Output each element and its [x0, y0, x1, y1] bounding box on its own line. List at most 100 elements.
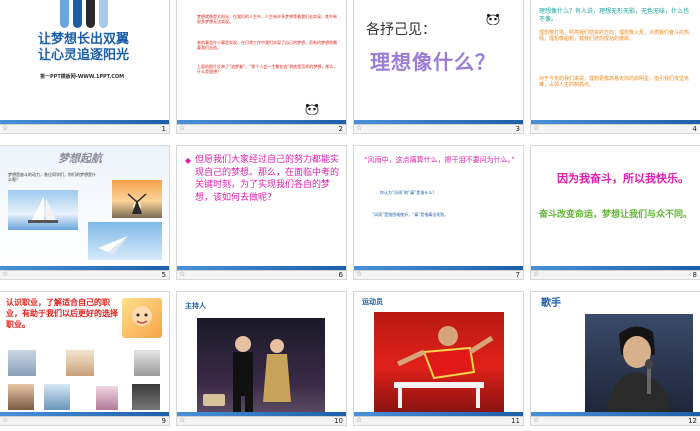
star-icon[interactable]: ☆ [356, 270, 362, 279]
slide-sorter-grid: 让梦想长出双翼 让心灵追逐阳光 第一PPT模板网-WWW.1PPT.COM ☆ … [0, 0, 700, 431]
slide-number: 5 [161, 271, 166, 279]
slide-canvas: 认识职业，了解适合自己的职业，有助于我们以后更好的选择职业。 [0, 292, 169, 416]
slide-number: 4 [692, 125, 697, 133]
slide-thumbnail-3[interactable]: 各抒己见： 理想像什么？ ☆ 3 [354, 0, 523, 133]
star-icon[interactable]: ☆ [2, 416, 8, 425]
star-icon[interactable]: ☆ [2, 270, 8, 279]
slide-thumbnail-8[interactable]: 因为我奋斗，所以我快乐。 奋斗改变命运，梦想让我们与众不同。 ☆ 8 [531, 146, 700, 279]
slide-paragraph-2: 有的事会在小事里实现，在日常工作中我们实现了自己的梦想，而有的梦想则需要我们去追… [197, 40, 337, 50]
slide-label: 歌手 [541, 298, 561, 309]
slide-canvas: 梦想就像是太阳光，在我们的人生中，人生有许多梦想等着我们去实现，其中有很多梦想无… [177, 0, 346, 124]
slide-number: 12 [688, 417, 697, 425]
slide-paragraph-1: 梦想就像是太阳光，在我们的人生中，人生有许多梦想等着我们去实现，其中有很多梦想无… [197, 14, 337, 24]
host-photo [197, 318, 325, 412]
photo-6 [96, 386, 118, 410]
sunset-image [112, 180, 162, 218]
slide-canvas: ◆ 但愿我们大家经过自己的努力都能实现自己的梦想。那么，在面临中考的关键时刻，为… [177, 146, 346, 270]
slide-footer: ☆ 9 [0, 416, 169, 425]
slide-big-text: 理想像什么？ [370, 50, 496, 74]
slide-number: 2 [338, 125, 343, 133]
slide-canvas: 梦想起航 梦想是奋斗的动力，各位同学们，你们的梦想是什么呢？ [0, 146, 169, 270]
photo-1 [8, 350, 36, 376]
slide-question: 理想像什么？有人说，理想无形无影，无色无味，什么也不像。 [539, 8, 690, 23]
singer-photo [585, 314, 693, 412]
slide-thumbnail-2[interactable]: 梦想就像是太阳光，在我们的人生中，人生有许多梦想等着我们去实现，其中有很多梦想无… [177, 0, 346, 133]
slide-number: 7 [515, 271, 520, 279]
slide-question: 你认为“风雨”和“痛”是指什么？ [380, 190, 437, 195]
paper-plane-image [88, 222, 162, 260]
slide-footer: ☆ 4 [531, 124, 700, 133]
slide-number: 11 [511, 417, 520, 425]
slide-number: 6 [338, 271, 343, 279]
slide-number: 1 [161, 125, 166, 133]
slide-number: 10 [334, 417, 343, 425]
slide-thumbnail-4[interactable]: 理想像什么？有人说，理想无形无影，无色无味，什么也不像。 理想像灯塔，照亮我们前… [531, 0, 700, 133]
cartoon-image [122, 298, 162, 338]
slide-text: 认识职业，了解适合自己的职业，有助于我们以后更好的选择职业。 [6, 298, 118, 329]
slide-footer: ☆ 2 [177, 124, 346, 133]
slide-paragraph-1: 理想像灯塔，照亮我们前进的方向；理想像火炬，点燃我们奋斗的热情；理想像船帆，载我… [539, 30, 690, 43]
slide-thumbnail-6[interactable]: ◆ 但愿我们大家经过自己的努力都能实现自己的梦想。那么，在面临中考的关键时刻，为… [177, 146, 346, 279]
photo-3 [134, 350, 160, 376]
slide-thumbnail-9[interactable]: 认识职业，了解适合自己的职业，有助于我们以后更好的选择职业。 ☆ 9 [0, 292, 169, 425]
slide-footer: ☆ 12 [531, 416, 700, 425]
slide-footer: ☆ 10 [177, 416, 346, 425]
slide-footer: ☆ 6 [177, 270, 346, 279]
slide-canvas: 运动员 [354, 292, 523, 416]
slide-title: 梦想起航 [58, 152, 102, 165]
slide-canvas: 让梦想长出双翼 让心灵追逐阳光 第一PPT模板网-WWW.1PPT.COM [0, 0, 169, 124]
star-icon[interactable]: ☆ [533, 124, 539, 133]
slide-quote: “风雨中，这点痛算什么，擦干泪不要问为什么。” [364, 156, 515, 164]
photo-7 [132, 384, 160, 410]
slide-thumbnail-12[interactable]: 歌手 ☆ 12 [531, 292, 700, 425]
star-icon[interactable]: ☆ [2, 124, 8, 133]
slide-title-line1: 让梦想长出双翼 [38, 32, 130, 47]
star-icon[interactable]: ☆ [179, 124, 185, 133]
photo-5 [44, 384, 70, 410]
slide-footer: ☆ 7 [354, 270, 523, 279]
star-icon[interactable]: ☆ [356, 124, 362, 133]
panda-mascot-icon [305, 100, 319, 116]
panda-mascot-icon [486, 10, 500, 26]
star-icon[interactable]: ☆ [533, 270, 539, 279]
star-icon[interactable]: ☆ [356, 416, 362, 425]
slide-label: 运动员 [362, 298, 383, 306]
star-icon[interactable]: ☆ [533, 416, 539, 425]
slide-footer: ☆ 8 [531, 270, 700, 279]
slide-footer: ☆ 3 [354, 124, 523, 133]
slide-label: 主持人 [185, 302, 206, 310]
sailboat-image [8, 190, 78, 230]
slide-thumbnail-7[interactable]: “风雨中，这点痛算什么，擦干泪不要问为什么。” 你认为“风雨”和“痛”是指什么？… [354, 146, 523, 279]
slide-heading: 各抒己见： [366, 22, 436, 38]
slide-thumbnail-10[interactable]: 主持人 ☆ 10 [177, 292, 346, 425]
slide-thumbnail-1[interactable]: 让梦想长出双翼 让心灵追逐阳光 第一PPT模板网-WWW.1PPT.COM ☆ … [0, 0, 169, 133]
slide-footer: ☆ 11 [354, 416, 523, 425]
slide-number: 8 [692, 271, 697, 279]
slide-paragraph-2: 对于今天的我们来说，理想更像高悬天际的启明星，指引我们攻坚克难，占领人生的制高点… [539, 76, 690, 89]
slide-text: 梦想是奋斗的动力，各位同学们，你们的梦想是什么呢？ [8, 172, 96, 182]
slide-line-2: 奋斗改变命运，梦想让我们与众不同。 [539, 210, 693, 220]
slide-footer: ☆ 1 [0, 124, 169, 133]
slide-paragraph-3: 上面的图片反映了“追梦者”，“那个人会一生都在追”到底是怎样的梦想，那么，什么是… [197, 64, 338, 74]
slide-canvas: 各抒己见： 理想像什么？ [354, 0, 523, 124]
slide-canvas: 歌手 [531, 292, 700, 416]
slide-canvas: 主持人 [177, 292, 346, 416]
decor-bars [60, 0, 110, 30]
slide-title-line2: 让心灵追逐阳光 [38, 48, 130, 63]
site-credit: 第一PPT模板网-WWW.1PPT.COM [40, 74, 125, 80]
slide-canvas: 因为我奋斗，所以我快乐。 奋斗改变命运，梦想让我们与众不同。 [531, 146, 700, 270]
slide-text: 但愿我们大家经过自己的努力都能实现自己的梦想。那么，在面临中考的关键时刻，为了实… [195, 155, 340, 203]
slide-footer: ☆ 5 [0, 270, 169, 279]
star-icon[interactable]: ☆ [179, 270, 185, 279]
photo-4 [8, 384, 34, 410]
slide-answer: “风雨”是指困难挫折，“痛”是指痛苦失败。 [372, 212, 449, 217]
slide-canvas: 理想像什么？有人说，理想无形无影，无色无味，什么也不像。 理想像灯塔，照亮我们前… [531, 0, 700, 124]
photo-2 [66, 350, 94, 376]
athlete-photo [374, 312, 504, 412]
slide-thumbnail-5[interactable]: 梦想起航 梦想是奋斗的动力，各位同学们，你们的梦想是什么呢？ ☆ 5 [0, 146, 169, 279]
slide-number: 9 [161, 417, 166, 425]
star-icon[interactable]: ☆ [179, 416, 185, 425]
slide-thumbnail-11[interactable]: 运动员 ☆ 11 [354, 292, 523, 425]
slide-line-1: 因为我奋斗，所以我快乐。 [557, 172, 689, 185]
bullet-icon: ◆ [185, 156, 192, 165]
